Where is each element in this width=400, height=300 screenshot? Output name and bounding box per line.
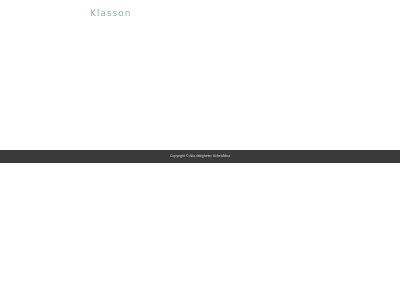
site-footer: Copyright © Alla rättigheter förbehållna — [0, 150, 400, 163]
page: Klasson Copyright © Alla rättigheter för… — [0, 0, 400, 300]
copyright-text: Copyright © Alla rättigheter förbehållna — [169, 154, 231, 158]
main-content — [0, 30, 400, 150]
site-logo-link[interactable]: Klasson — [90, 8, 132, 20]
site-header: Klasson — [0, 0, 400, 30]
